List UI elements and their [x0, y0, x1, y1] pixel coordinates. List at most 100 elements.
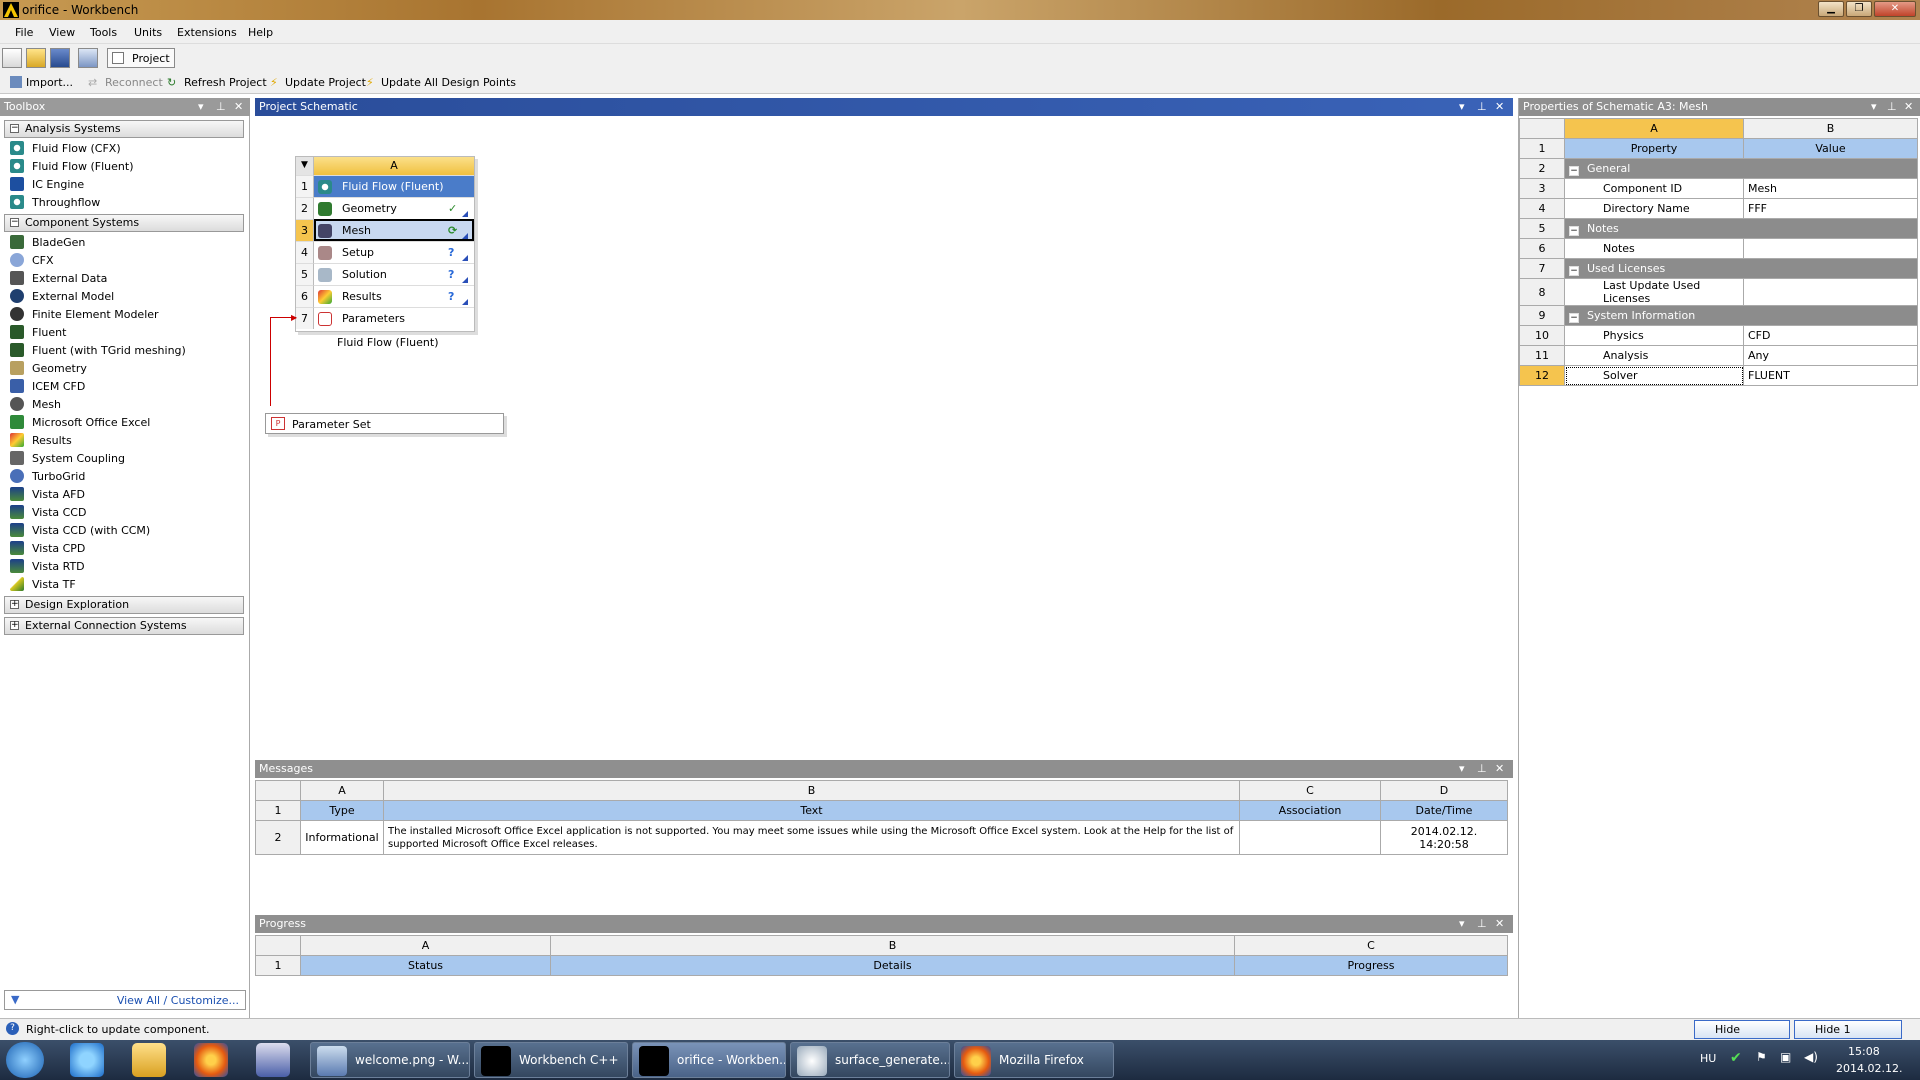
- cell-mesh[interactable]: Mesh ⟳: [314, 219, 474, 241]
- update-project-button[interactable]: ⚡ Update Project: [270, 76, 366, 89]
- menu-view[interactable]: View: [49, 26, 75, 39]
- maximize-button[interactable]: ❐: [1846, 1, 1872, 17]
- toolbox-item[interactable]: System Coupling: [10, 450, 125, 468]
- dropdown-icon[interactable]: ▾: [1459, 760, 1465, 778]
- toolbox-item[interactable]: Vista CCD: [10, 504, 86, 522]
- property-group[interactable]: − Notes: [1564, 218, 1918, 239]
- cell-solution[interactable]: Solution?: [314, 263, 474, 285]
- dropdown-icon[interactable]: ▾: [198, 98, 204, 116]
- system-name[interactable]: Fluid Flow (Fluent): [337, 336, 477, 349]
- toolbox-item[interactable]: Fluent (with TGrid meshing): [10, 342, 186, 360]
- pin-icon[interactable]: ⊥: [1477, 760, 1487, 778]
- pin-icon[interactable]: ⊥: [1477, 915, 1487, 933]
- property-group-row[interactable]: 5− Notes: [1519, 218, 1918, 239]
- open-icon[interactable]: [26, 48, 46, 68]
- toolbox-item[interactable]: Results: [10, 432, 72, 450]
- start-button-icon[interactable]: [6, 1042, 44, 1078]
- property-row[interactable]: 6 Notes: [1519, 238, 1918, 259]
- reconnect-button[interactable]: ⇄ Reconnect: [88, 76, 163, 89]
- close-window-button[interactable]: ✕: [1874, 1, 1916, 17]
- property-row[interactable]: 3 Component ID Mesh: [1519, 178, 1918, 199]
- volume-icon[interactable]: ◀): [1804, 1050, 1818, 1064]
- property-value[interactable]: Mesh: [1743, 178, 1918, 199]
- toolbox-item[interactable]: Vista CCD (with CCM): [10, 522, 150, 540]
- save-icon[interactable]: [50, 48, 70, 68]
- toolbox-item[interactable]: CFX: [10, 252, 54, 270]
- cell-results[interactable]: Results?: [314, 285, 474, 307]
- pin-icon[interactable]: ⊥: [1887, 98, 1897, 116]
- toolbox-item[interactable]: BladeGen: [10, 234, 85, 252]
- toolbox-item[interactable]: Fluent: [10, 324, 66, 342]
- toolbox-item[interactable]: Vista AFD: [10, 486, 85, 504]
- cell-geometry[interactable]: Geometry ✓: [314, 197, 474, 219]
- collapse-icon[interactable]: −: [1569, 165, 1579, 176]
- menu-tools[interactable]: Tools: [90, 26, 117, 39]
- toolbox-item[interactable]: External Data: [10, 270, 107, 288]
- dropdown-icon[interactable]: ▾: [1871, 98, 1877, 116]
- taskbar-item[interactable]: surface_generate...: [790, 1042, 950, 1078]
- toolbox-item[interactable]: Vista CPD: [10, 540, 85, 558]
- property-row[interactable]: 11 Analysis Any: [1519, 345, 1918, 366]
- taskbar-item[interactable]: Mozilla Firefox: [954, 1042, 1114, 1078]
- property-row[interactable]: 8 Last Update Used Licenses: [1519, 278, 1918, 306]
- minimize-button[interactable]: ▁: [1818, 1, 1844, 17]
- property-row[interactable]: 12 Solver FLUENT: [1519, 365, 1918, 386]
- property-group-row[interactable]: 7− Used Licenses: [1519, 258, 1918, 279]
- menu-help[interactable]: Help: [248, 26, 273, 39]
- pin-icon[interactable]: ⊥: [216, 98, 226, 116]
- property-value[interactable]: FLUENT: [1743, 365, 1918, 386]
- firefox-icon[interactable]: [194, 1043, 228, 1077]
- cell-setup[interactable]: Setup?: [314, 241, 474, 263]
- toolbox-item[interactable]: Throughflow: [10, 194, 100, 212]
- cell-fluid-flow-fluent[interactable]: Fluid Flow (Fluent): [314, 175, 474, 197]
- property-group[interactable]: − Used Licenses: [1564, 258, 1918, 279]
- property-row[interactable]: 10 Physics CFD: [1519, 325, 1918, 346]
- toolbox-item[interactable]: Microsoft Office Excel: [10, 414, 150, 432]
- property-group-row[interactable]: 2− General: [1519, 158, 1918, 179]
- pin-icon[interactable]: ⊥: [1477, 98, 1487, 116]
- table-row[interactable]: 2 Informational The installed Microsoft Of…: [255, 820, 1508, 855]
- import-button[interactable]: Import...: [10, 76, 73, 89]
- system-menu-icon[interactable]: ▼: [296, 157, 314, 175]
- dropdown-icon[interactable]: ▾: [1459, 98, 1465, 116]
- parameter-set-block[interactable]: P Parameter Set: [265, 413, 504, 434]
- new-icon[interactable]: [2, 48, 22, 68]
- property-value[interactable]: [1743, 238, 1918, 259]
- section-design-exploration[interactable]: + Design Exploration: [4, 596, 244, 614]
- floppy-icon[interactable]: [256, 1043, 290, 1077]
- toolbox-item[interactable]: Fluid Flow (CFX): [10, 140, 121, 158]
- update-all-design-points-button[interactable]: ⚡ Update All Design Points: [366, 76, 516, 89]
- network-icon[interactable]: ▣: [1780, 1050, 1791, 1064]
- toolbox-item[interactable]: Fluid Flow (Fluent): [10, 158, 134, 176]
- internet-explorer-icon[interactable]: [70, 1043, 104, 1077]
- cell-parameters[interactable]: Parameters: [314, 307, 474, 329]
- toolbox-item[interactable]: Geometry: [10, 360, 87, 378]
- toolbox-item[interactable]: TurboGrid: [10, 468, 85, 486]
- hide-messages-button[interactable]: Hide 1 Messages: [1794, 1020, 1902, 1053]
- tray-check-icon[interactable]: ✔: [1730, 1050, 1742, 1066]
- taskbar-item[interactable]: welcome.png - W...: [310, 1042, 470, 1078]
- property-value[interactable]: FFF: [1743, 198, 1918, 219]
- view-all-customize-link[interactable]: View All / Customize...: [117, 994, 239, 1007]
- close-icon[interactable]: ✕: [1495, 760, 1504, 778]
- section-external-connection-systems[interactable]: + External Connection Systems: [4, 617, 244, 635]
- section-component-systems[interactable]: − Component Systems: [4, 214, 244, 232]
- menu-file[interactable]: File: [15, 26, 33, 39]
- taskbar-item-active[interactable]: orifice - Workben...: [632, 1042, 786, 1078]
- tab-project[interactable]: Project: [107, 48, 175, 68]
- toolbox-item[interactable]: Finite Element Modeler: [10, 306, 159, 324]
- file-explorer-icon[interactable]: [132, 1043, 166, 1077]
- collapse-icon[interactable]: −: [1569, 265, 1579, 276]
- save-as-icon[interactable]: [78, 48, 98, 68]
- close-icon[interactable]: ✕: [1495, 915, 1504, 933]
- toolbox-item[interactable]: IC Engine: [10, 176, 84, 194]
- flag-icon[interactable]: ⚑: [1756, 1050, 1767, 1064]
- close-icon[interactable]: ✕: [234, 98, 243, 116]
- hide-progress-button[interactable]: Hide Progress: [1694, 1020, 1790, 1053]
- toolbox-item[interactable]: Vista TF: [10, 576, 76, 594]
- close-icon[interactable]: ✕: [1904, 98, 1913, 116]
- section-analysis-systems[interactable]: − Analysis Systems: [4, 120, 244, 138]
- close-icon[interactable]: ✕: [1495, 98, 1504, 116]
- property-row[interactable]: 4 Directory Name FFF: [1519, 198, 1918, 219]
- dropdown-icon[interactable]: ▾: [1459, 915, 1465, 933]
